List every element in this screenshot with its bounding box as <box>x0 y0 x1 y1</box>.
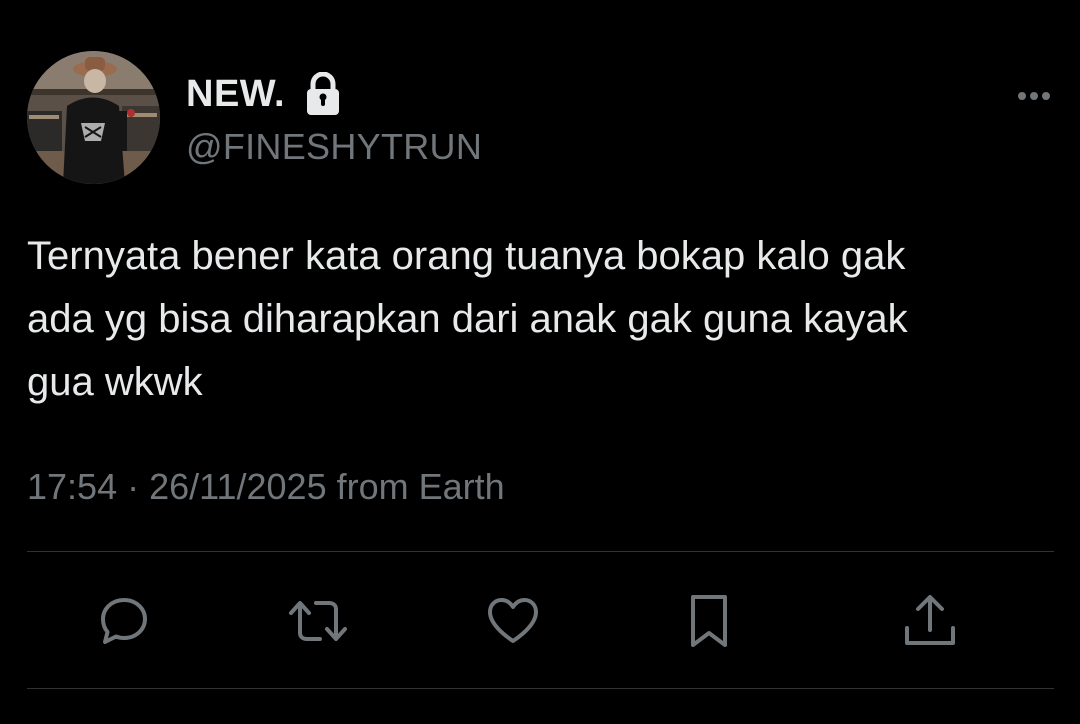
author-block: NEW. @FINESHYTRUN <box>186 68 482 168</box>
meta-separator: · <box>127 466 140 507</box>
share-icon <box>905 595 955 645</box>
like-button[interactable] <box>482 590 544 652</box>
bookmark-icon <box>691 595 727 647</box>
tweet-text: Ternyata bener kata orang tuanya bokap k… <box>27 234 908 404</box>
name-row: NEW. <box>186 68 482 120</box>
lock-icon <box>303 71 343 116</box>
retweet-button[interactable] <box>287 590 349 652</box>
retweet-icon <box>289 601 347 641</box>
tweet-meta: 17:54 · 26/11/2025 from Earth <box>27 466 505 508</box>
avatar[interactable] <box>27 51 160 184</box>
action-bar <box>0 590 1080 652</box>
tweet-date[interactable]: 26/11/2025 <box>149 466 327 507</box>
tweet-source: from Earth <box>336 466 505 507</box>
display-name[interactable]: NEW. <box>186 73 285 116</box>
reply-icon <box>101 598 147 644</box>
tweet-time[interactable]: 17:54 <box>27 466 117 507</box>
handle[interactable]: @FINESHYTRUN <box>186 126 482 168</box>
divider-bottom <box>27 688 1054 689</box>
divider-top <box>27 551 1054 552</box>
more-icon[interactable] <box>1010 84 1058 108</box>
reply-button[interactable] <box>93 590 155 652</box>
tweet-detail: NEW. @FINESHYTRUN Ternyata bener kata or… <box>0 0 1080 724</box>
share-button[interactable] <box>899 590 961 652</box>
bookmark-button[interactable] <box>678 590 740 652</box>
like-icon <box>488 598 538 643</box>
